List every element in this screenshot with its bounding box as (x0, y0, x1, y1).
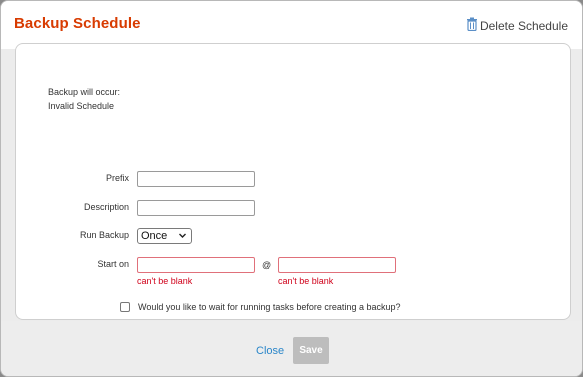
save-button[interactable]: Save (293, 337, 329, 364)
start-date-error: can't be blank (137, 276, 193, 286)
delete-schedule-button[interactable]: Delete Schedule (466, 17, 568, 34)
prefix-input[interactable] (137, 171, 255, 187)
close-button[interactable]: Close (256, 345, 284, 357)
run-backup-label: Run Backup (79, 230, 129, 240)
backup-schedule-dialog: Backup Schedule Delete Schedule Backup w… (0, 0, 583, 377)
start-date-input[interactable] (137, 257, 255, 273)
at-separator: @ (262, 260, 272, 270)
start-time-error: can't be blank (278, 276, 334, 286)
schedule-summary-status: Invalid Schedule (48, 101, 115, 111)
dialog-header: Backup Schedule Delete Schedule (1, 1, 582, 49)
wait-tasks-option[interactable]: Would you like to wait for running tasks… (120, 302, 400, 312)
description-label: Description (83, 202, 129, 212)
dialog-title: Backup Schedule (14, 15, 141, 32)
trash-icon (466, 17, 480, 34)
description-input[interactable] (137, 200, 255, 216)
start-time-input[interactable] (278, 257, 396, 273)
wait-tasks-label: Would you like to wait for running tasks… (138, 302, 401, 312)
start-on-label: Start on (97, 259, 129, 269)
schedule-summary-heading: Backup will occur: (48, 87, 121, 97)
schedule-summary: Backup will occur: Invalid Schedule (48, 85, 120, 113)
run-backup-select[interactable]: Once (137, 228, 192, 244)
dialog-footer (1, 321, 582, 376)
chevron-down-icon (178, 231, 187, 243)
schedule-form-panel: Backup will occur: Invalid Schedule Pref… (15, 43, 571, 320)
prefix-label: Prefix (105, 173, 129, 183)
wait-tasks-checkbox[interactable] (120, 302, 130, 312)
run-backup-value: Once (141, 230, 168, 242)
delete-schedule-label: Delete Schedule (479, 18, 568, 33)
